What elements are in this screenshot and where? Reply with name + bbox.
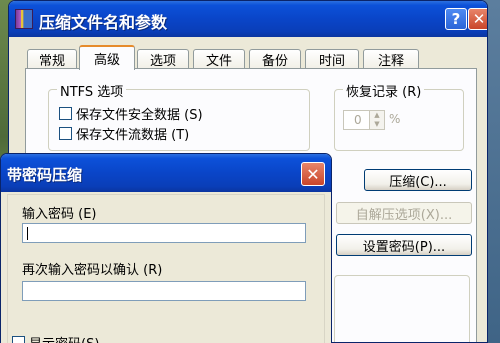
recovery-percent-unit: % xyxy=(389,112,401,126)
password-dialog-title: 带密码压缩 xyxy=(7,166,83,184)
tab-general[interactable]: 常规 xyxy=(27,49,77,69)
tab-options[interactable]: 选项 xyxy=(137,49,189,69)
compress-button[interactable]: 压缩(C)... xyxy=(364,169,472,191)
winrar-app-icon xyxy=(15,9,33,29)
password-dialog-body: 输入密码 (E) 再次输入密码以确认 (R) 显示密码(S) xyxy=(7,194,325,343)
confirm-password-label: 再次输入密码以确认 (R) xyxy=(22,263,163,278)
save-security-checkbox[interactable] xyxy=(59,107,72,120)
save-streams-checkbox[interactable] xyxy=(59,127,72,140)
save-streams-label: 保存文件流数据 (T) xyxy=(76,128,190,143)
show-password-checkbox[interactable] xyxy=(12,336,25,343)
sfx-options-button[interactable]: 自解压选项(X)... xyxy=(336,202,472,224)
show-password-option[interactable]: 显示密码(S) xyxy=(12,333,99,343)
enter-password-input[interactable] xyxy=(22,223,306,243)
save-security-label: 保存文件安全数据 (S) xyxy=(76,108,203,123)
recovery-record-group: 恢复记录 (R) 0 ▲ ▼ % xyxy=(334,81,464,151)
enter-password-label: 输入密码 (E) xyxy=(22,207,97,222)
close-icon: ✕ xyxy=(306,164,320,184)
tab-strip: 常规 高级 选项 文件 备份 时间 注释 xyxy=(9,45,487,70)
ntfs-options-group: NTFS 选项 保存文件安全数据 (S) 保存文件流数据 (T) xyxy=(48,81,310,151)
save-security-option[interactable]: 保存文件安全数据 (S) xyxy=(59,104,203,123)
main-titlebar[interactable]: 压缩文件名和参数 ? ✕ xyxy=(9,1,487,37)
save-streams-option[interactable]: 保存文件流数据 (T) xyxy=(59,124,189,143)
confirm-password-input[interactable] xyxy=(22,281,306,301)
ntfs-options-label: NTFS 选项 xyxy=(57,81,127,100)
tab-comment[interactable]: 注释 xyxy=(363,49,419,69)
password-dialog-titlebar[interactable]: 带密码压缩 ✕ xyxy=(1,154,331,192)
main-close-button[interactable]: ✕ xyxy=(468,8,487,30)
recovery-record-spinner[interactable]: 0 ▲ ▼ xyxy=(343,110,385,130)
right-lower-group xyxy=(334,275,470,342)
spinner-arrows-icon[interactable]: ▲ ▼ xyxy=(369,111,384,129)
recovery-record-label: 恢复记录 (R) xyxy=(343,81,425,100)
password-dialog-close-button[interactable]: ✕ xyxy=(301,162,325,186)
text-caret xyxy=(27,227,28,240)
set-password-button[interactable]: 设置密码(P)... xyxy=(336,234,472,256)
tab-advanced[interactable]: 高级 xyxy=(79,45,135,70)
password-dialog: 带密码压缩 ✕ 输入密码 (E) 再次输入密码以确认 (R) 显示密码(S) xyxy=(0,153,332,343)
close-icon: ✕ xyxy=(472,10,486,28)
tab-files[interactable]: 文件 xyxy=(193,49,245,69)
show-password-label: 显示密码(S) xyxy=(29,333,99,343)
help-button[interactable]: ? xyxy=(445,8,467,30)
recovery-record-value: 0 xyxy=(354,113,362,127)
help-icon: ? xyxy=(451,10,461,28)
main-window-title: 压缩文件名和参数 xyxy=(39,13,168,32)
tab-backup[interactable]: 备份 xyxy=(249,49,301,69)
tab-time[interactable]: 时间 xyxy=(305,49,359,69)
